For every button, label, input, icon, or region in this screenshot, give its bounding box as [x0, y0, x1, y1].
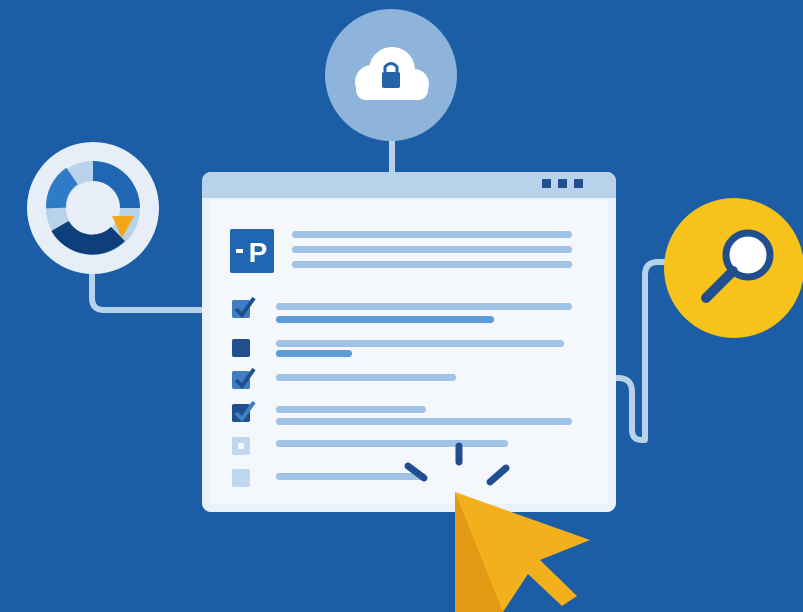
p-logo-icon: P: [249, 237, 268, 268]
header-text-lines: [292, 231, 572, 268]
checkbox-empty-filled[interactable]: [232, 469, 250, 487]
search-badge: [664, 198, 803, 338]
window-controls: [542, 179, 583, 188]
illustration: P: [27, 9, 803, 612]
checkbox-filled[interactable]: [232, 339, 250, 357]
logo-tile: P: [230, 229, 274, 273]
app-window: P: [202, 172, 616, 512]
cloud-lock-badge: [325, 9, 457, 141]
connector-search: [607, 259, 675, 443]
donut-chart-badge: [27, 142, 159, 274]
